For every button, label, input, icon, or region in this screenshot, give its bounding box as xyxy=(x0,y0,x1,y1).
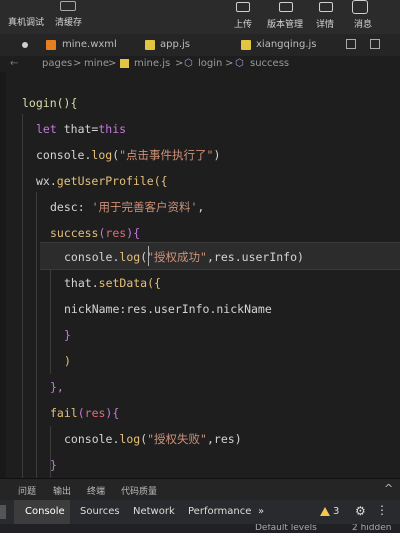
unsaved-dot-icon xyxy=(22,42,28,48)
devtools-tabs: Console Sources Network Performance » 3 … xyxy=(0,500,400,524)
panel-tabs: 问题 输出 终端 代码质量 ^ xyxy=(0,478,400,501)
breadcrumb-success[interactable]: success xyxy=(250,58,289,69)
tab-output[interactable]: 输出 xyxy=(53,484,71,497)
chevron-up-icon[interactable]: ^ xyxy=(384,482,393,495)
js-file-icon xyxy=(120,59,129,68)
code-line-7[interactable]: console.log("授权成功",res.userInfo) xyxy=(0,244,400,270)
clear-cache-button[interactable]: 清缓存 xyxy=(55,15,82,28)
breadcrumb-separator: > xyxy=(108,58,117,69)
code-line-1[interactable]: login(){ xyxy=(0,90,400,116)
tab-console[interactable]: Console xyxy=(25,506,65,517)
inspect-icon[interactable] xyxy=(0,505,6,519)
tab-code-quality[interactable]: 代码质量 xyxy=(121,484,157,497)
tab-network[interactable]: Network xyxy=(133,506,175,517)
code-editor[interactable]: login(){ let that=this console.log("点击事件… xyxy=(0,72,400,478)
warning-icon xyxy=(320,507,330,516)
warning-count[interactable]: 3 xyxy=(333,506,339,517)
tab-label: mine.wxml xyxy=(62,39,117,50)
code-line-15[interactable]: } xyxy=(0,452,400,478)
editor-tabs: mine.wxml app.js xiangqing.js xyxy=(0,34,400,57)
version-icon xyxy=(279,2,293,12)
upload-icon xyxy=(236,2,250,12)
message-icon xyxy=(352,0,368,14)
breadcrumb-pages[interactable]: pages xyxy=(42,58,72,69)
breadcrumb-file[interactable]: mine.js xyxy=(134,58,170,69)
code-line-12[interactable]: }, xyxy=(0,374,400,400)
method-icon: ⬡ xyxy=(235,58,244,69)
breadcrumb-login[interactable]: login xyxy=(198,58,222,69)
gear-icon[interactable]: ⚙ xyxy=(355,504,366,518)
text-caret xyxy=(148,246,149,266)
js-file-icon xyxy=(145,40,155,50)
code-line-5[interactable]: desc: '用于完善客户资料', xyxy=(0,194,400,220)
code-line-8[interactable]: that.setData({ xyxy=(0,270,400,296)
more-options-icon[interactable]: ⋮ xyxy=(376,503,388,517)
upload-button[interactable]: 上传 xyxy=(234,17,252,30)
code-line-11[interactable]: ) xyxy=(0,348,400,374)
code-line-14[interactable]: console.log("授权失败",res) xyxy=(0,426,400,452)
nav-back-icon[interactable]: ← xyxy=(10,58,18,69)
tab-mine-wxml[interactable]: mine.wxml xyxy=(0,34,135,56)
breadcrumb-separator: > xyxy=(175,58,184,69)
tab-sources[interactable]: Sources xyxy=(80,506,120,517)
tab-app-js[interactable]: app.js xyxy=(135,34,235,56)
tab-label: app.js xyxy=(160,39,190,50)
js-file-icon xyxy=(241,40,251,50)
more-tabs-button[interactable]: » xyxy=(258,506,264,517)
method-icon: ⬡ xyxy=(184,58,193,69)
tab-terminal[interactable]: 终端 xyxy=(87,484,105,497)
messages-button[interactable]: 消息 xyxy=(354,17,372,30)
hidden-count: 2 hidden xyxy=(352,524,392,533)
log-levels-select[interactable]: Default levels xyxy=(255,524,317,533)
code-line-9[interactable]: nickName:res.userInfo.nickName xyxy=(0,296,400,322)
code-line-13[interactable]: fail(res){ xyxy=(0,400,400,426)
tab-performance[interactable]: Performance xyxy=(188,506,251,517)
breadcrumb-separator: > xyxy=(73,58,82,69)
breadcrumb-separator: > xyxy=(225,58,234,69)
layers-icon xyxy=(60,1,76,11)
breadcrumb: ← pages > mine > mine.js > ⬡ login > ⬡ s… xyxy=(0,56,400,72)
code-line-3[interactable]: console.log("点击事件执行了") xyxy=(0,142,400,168)
version-management-button[interactable]: 版本管理 xyxy=(267,17,303,30)
code-line-4[interactable]: wx.getUserProfile({ xyxy=(0,168,400,194)
code-line-2[interactable]: let that=this xyxy=(0,116,400,142)
details-icon xyxy=(319,2,333,12)
tab-label: xiangqing.js xyxy=(256,39,317,50)
code-line-6[interactable]: success(res){ xyxy=(0,220,400,246)
tab-problems[interactable]: 问题 xyxy=(18,484,36,497)
layout-icon[interactable] xyxy=(370,39,380,49)
real-device-debug-button[interactable]: 真机调试 xyxy=(8,15,44,28)
wxml-file-icon xyxy=(46,40,56,50)
code-line-10[interactable]: } xyxy=(0,322,400,348)
console-filter-bar: Default levels 2 hidden xyxy=(0,524,400,533)
split-editor-icon[interactable] xyxy=(346,39,356,49)
details-button[interactable]: 详情 xyxy=(316,17,334,30)
top-toolbar: 真机调试 清缓存 上传 版本管理 详情 消息 xyxy=(0,0,400,34)
breadcrumb-mine[interactable]: mine xyxy=(84,58,109,69)
